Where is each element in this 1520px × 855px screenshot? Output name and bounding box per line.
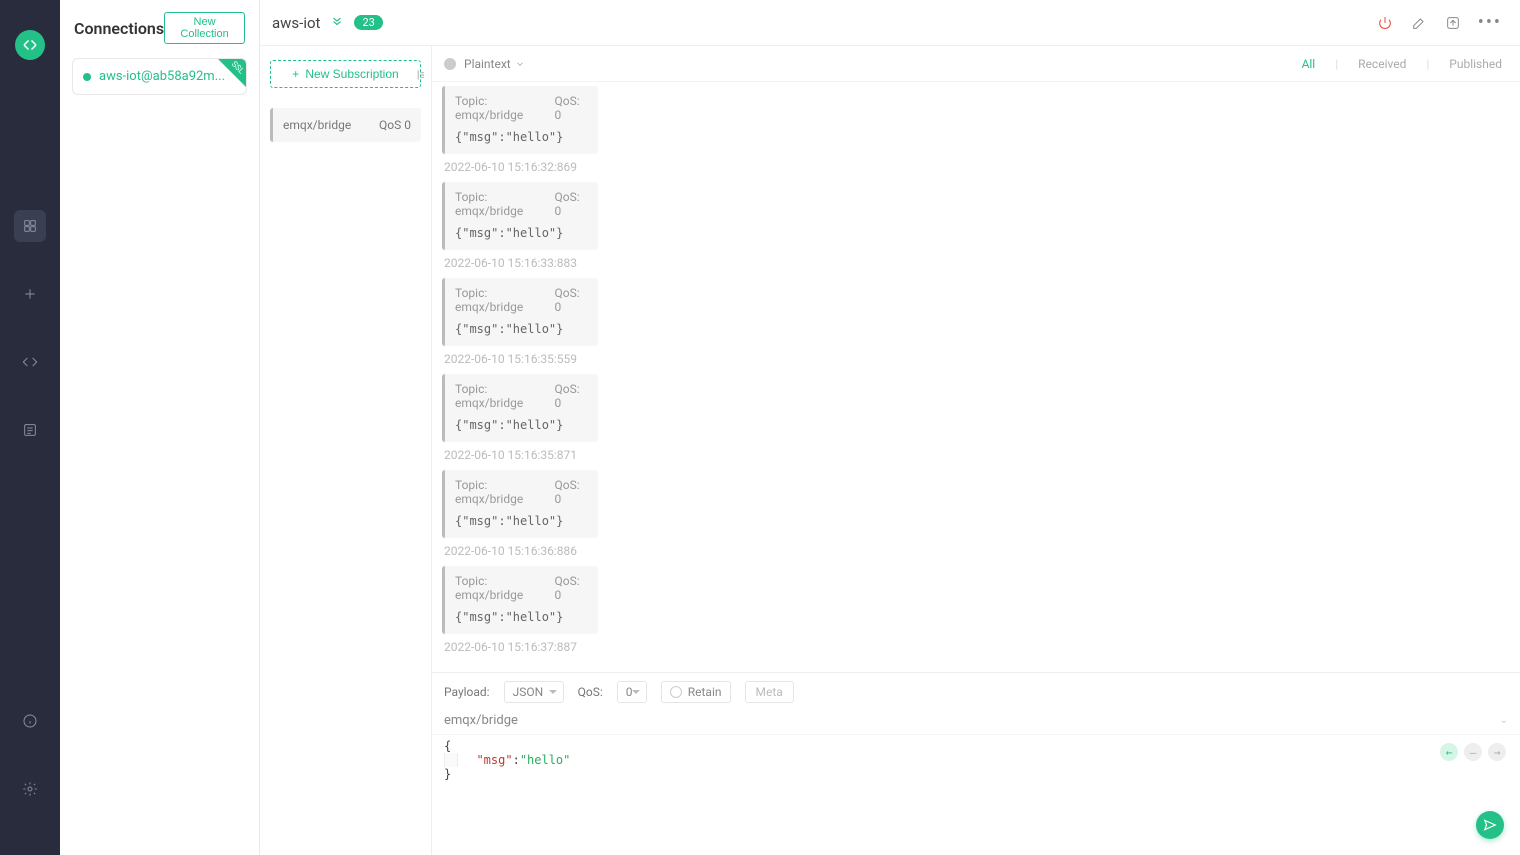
message-item: Topic: emqx/bridgeQoS: 0 {"msg":"hello"} 2… xyxy=(442,86,1510,174)
collapse-panel-icon[interactable] xyxy=(413,68,427,86)
settings-nav-icon[interactable] xyxy=(14,773,46,805)
payload-editor[interactable]: { . "msg":"hello" } ← – → xyxy=(432,735,1520,855)
message-topic: Topic: emqx/bridge xyxy=(455,382,554,410)
qos-select[interactable]: 0 xyxy=(617,681,647,703)
message-topic: Topic: emqx/bridge xyxy=(455,286,554,314)
meta-button[interactable]: Meta xyxy=(745,681,794,703)
message-qos: QoS: 0 xyxy=(554,382,588,410)
message-timestamp: 2022-06-10 15:16:35:559 xyxy=(444,352,1510,366)
nav-rail xyxy=(0,0,60,855)
message-body: {"msg":"hello"} xyxy=(455,226,588,240)
filter-received[interactable]: Received xyxy=(1356,57,1408,71)
filter-published[interactable]: Published xyxy=(1447,57,1504,71)
message-count-badge: 23 xyxy=(354,15,382,30)
payload-type-select[interactable]: JSON xyxy=(504,681,564,703)
subscription-topic: emqx/bridge xyxy=(283,118,351,132)
message-item: Topic: emqx/bridgeQoS: 0 {"msg":"hello"} 2… xyxy=(442,278,1510,366)
topbar: aws-iot 23 ••• xyxy=(260,0,1520,46)
publish-panel: Payload: JSON QoS: 0 Retain Meta emqx/br… xyxy=(432,672,1520,855)
message-qos: QoS: 0 xyxy=(554,94,588,122)
log-nav-icon[interactable] xyxy=(14,414,46,446)
connection-name: aws-iot@ab58a92m... xyxy=(99,69,225,84)
subscription-qos: QoS 0 xyxy=(379,118,411,132)
info-nav-icon[interactable] xyxy=(14,705,46,737)
message-item: Topic: emqx/bridgeQoS: 0 {"msg":"hello"} 2… xyxy=(442,374,1510,462)
expand-connection-icon[interactable] xyxy=(330,14,344,32)
message-body: {"msg":"hello"} xyxy=(455,418,588,432)
message-body: {"msg":"hello"} xyxy=(455,130,588,144)
message-topic: Topic: emqx/bridge xyxy=(455,478,554,506)
history-prev-icon[interactable]: ← xyxy=(1440,743,1458,761)
radio-icon xyxy=(670,686,682,698)
payload-label: Payload: xyxy=(444,685,490,699)
search-toggle-icon[interactable] xyxy=(444,58,456,70)
new-subscription-button[interactable]: + New Subscription xyxy=(270,60,421,88)
message-toolbar: Plaintext All | Received | Published xyxy=(432,46,1520,82)
message-qos: QoS: 0 xyxy=(554,190,588,218)
history-next-icon[interactable]: → xyxy=(1488,743,1506,761)
message-timestamp: 2022-06-10 15:16:37:887 xyxy=(444,640,1510,654)
subscriptions-panel: + New Subscription emqx/bridge QoS 0 xyxy=(260,46,432,855)
retain-toggle[interactable]: Retain xyxy=(661,681,731,703)
status-dot-icon xyxy=(83,73,91,81)
add-nav-icon[interactable] xyxy=(14,278,46,310)
message-topic: Topic: emqx/bridge xyxy=(455,94,554,122)
message-qos: QoS: 0 xyxy=(554,574,588,602)
message-body: {"msg":"hello"} xyxy=(455,610,588,624)
message-qos: QoS: 0 xyxy=(554,286,588,314)
subscription-item[interactable]: emqx/bridge QoS 0 xyxy=(270,108,421,142)
publish-topic-input[interactable]: emqx/bridge ⌄ xyxy=(432,711,1520,735)
message-timestamp: 2022-06-10 15:16:33:883 xyxy=(444,256,1510,270)
message-list[interactable]: Topic: emqx/bridgeQoS: 0{"msg":"hello"}2… xyxy=(432,82,1520,672)
message-topic: Topic: emqx/bridge xyxy=(455,190,554,218)
message-timestamp: 2022-06-10 15:16:36:886 xyxy=(444,544,1510,558)
qos-label: QoS: xyxy=(578,685,603,699)
app-logo xyxy=(15,30,45,60)
connection-title: aws-iot xyxy=(272,14,320,32)
history-mid-icon[interactable]: – xyxy=(1464,743,1482,761)
message-body: {"msg":"hello"} xyxy=(455,514,588,528)
new-subscription-label: New Subscription xyxy=(305,67,398,81)
message-item: Topic: emqx/bridgeQoS: 0 {"msg":"hello"} 2… xyxy=(442,182,1510,270)
send-button[interactable] xyxy=(1476,811,1504,839)
edit-icon[interactable] xyxy=(1410,14,1428,32)
export-icon[interactable] xyxy=(1444,14,1462,32)
plus-icon: + xyxy=(292,67,299,81)
connection-item[interactable]: aws-iot@ab58a92m... SSL xyxy=(72,58,247,95)
message-timestamp: 2022-06-10 15:16:35:871 xyxy=(444,448,1510,462)
filter-all[interactable]: All xyxy=(1300,57,1318,71)
message-topic: Topic: emqx/bridge xyxy=(455,574,554,602)
disconnect-icon[interactable] xyxy=(1376,14,1394,32)
message-item: Topic: emqx/bridgeQoS: 0 {"msg":"hello"} 2… xyxy=(442,566,1510,654)
message-body: {"msg":"hello"} xyxy=(455,322,588,336)
code-nav-icon[interactable] xyxy=(14,346,46,378)
sidebar-title: Connections xyxy=(74,19,164,38)
message-qos: QoS: 0 xyxy=(554,478,588,506)
message-timestamp: 2022-06-10 15:16:32:869 xyxy=(444,160,1510,174)
chevron-down-icon: ⌄ xyxy=(1500,715,1508,726)
new-collection-button[interactable]: New Collection xyxy=(164,12,245,44)
codec-select[interactable]: Plaintext xyxy=(464,57,525,71)
message-item: Topic: emqx/bridgeQoS: 0 {"msg":"hello"} 2… xyxy=(442,470,1510,558)
connections-nav-icon[interactable] xyxy=(14,210,46,242)
more-menu-icon[interactable]: ••• xyxy=(1478,12,1502,33)
connections-sidebar: Connections New Collection aws-iot@ab58a… xyxy=(60,0,260,855)
